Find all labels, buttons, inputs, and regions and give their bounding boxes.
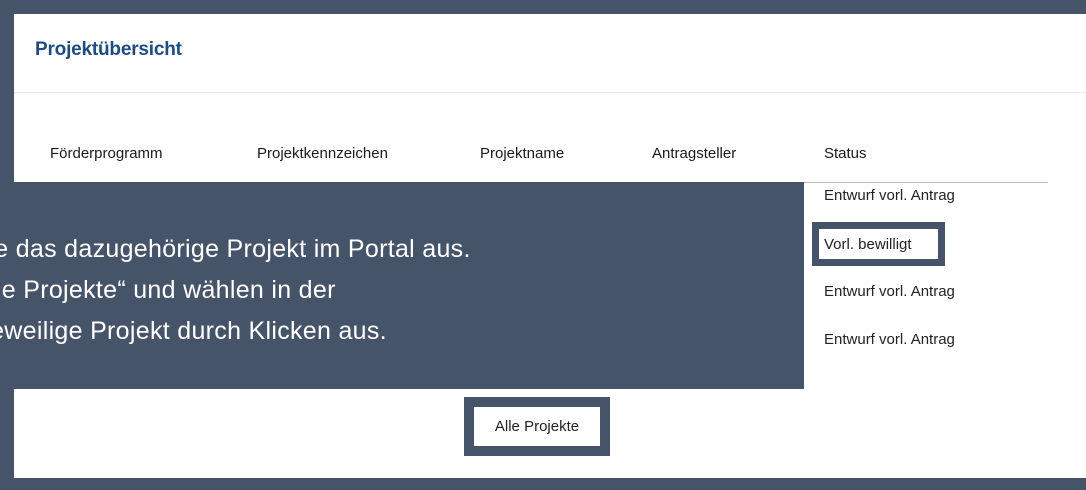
tooltip-line-2: f „Alle Projekte“ und wählen in der <box>0 276 336 304</box>
all-projects-button[interactable]: Alle Projekte <box>474 407 600 446</box>
tooltip-line-1: n Sie das dazugehörige Projekt im Portal… <box>0 235 471 263</box>
status-cell-row-1[interactable]: Entwurf vorl. Antrag <box>824 187 955 204</box>
status-cell-row-4[interactable]: Entwurf vorl. Antrag <box>824 331 955 348</box>
all-projects-highlight: Alle Projekte <box>464 397 610 456</box>
card-header: Projektübersicht <box>14 14 1086 93</box>
status-cell-row-3[interactable]: Entwurf vorl. Antrag <box>824 283 955 300</box>
column-header-foerderprogramm: Förderprogramm <box>50 145 163 162</box>
instruction-tooltip: n Sie das dazugehörige Projekt im Portal… <box>0 182 804 389</box>
column-header-antragsteller: Antragsteller <box>652 145 737 162</box>
page-title: Projektübersicht <box>35 39 182 60</box>
status-cell-row-2[interactable]: Vorl. bewilligt <box>819 229 938 259</box>
column-header-status: Status <box>824 145 867 162</box>
column-header-projektname: Projektname <box>480 145 565 162</box>
tooltip-line-3: as jeweilige Projekt durch Klicken aus. <box>0 317 387 345</box>
column-header-projektkennzeichen: Projektkennzeichen <box>257 145 388 162</box>
status-highlight: Vorl. bewilligt <box>812 222 945 266</box>
screenshot-frame: Projektübersicht Förderprogramm Projektk… <box>0 0 1086 490</box>
